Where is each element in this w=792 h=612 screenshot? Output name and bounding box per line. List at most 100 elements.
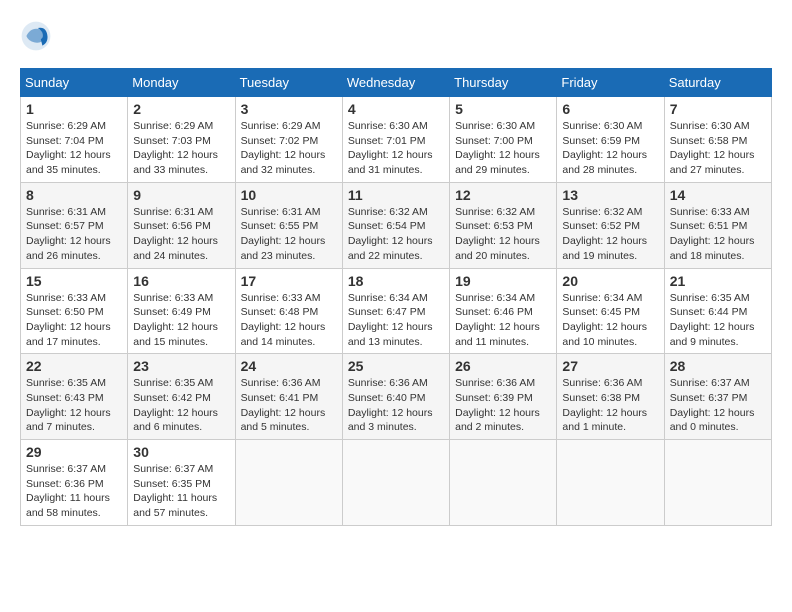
calendar-cell: 29 Sunrise: 6:37 AMSunset: 6:36 PMDaylig… (21, 440, 128, 526)
calendar-cell: 9 Sunrise: 6:31 AMSunset: 6:56 PMDayligh… (128, 182, 235, 268)
weekday-row: SundayMondayTuesdayWednesdayThursdayFrid… (21, 69, 772, 97)
calendar-cell: 12 Sunrise: 6:32 AMSunset: 6:53 PMDaylig… (450, 182, 557, 268)
calendar-cell: 26 Sunrise: 6:36 AMSunset: 6:39 PMDaylig… (450, 354, 557, 440)
day-info: Sunrise: 6:31 AMSunset: 6:56 PMDaylight:… (133, 205, 229, 264)
calendar-cell: 3 Sunrise: 6:29 AMSunset: 7:02 PMDayligh… (235, 97, 342, 183)
day-info: Sunrise: 6:31 AMSunset: 6:55 PMDaylight:… (241, 205, 337, 264)
calendar-cell: 6 Sunrise: 6:30 AMSunset: 6:59 PMDayligh… (557, 97, 664, 183)
calendar-cell: 16 Sunrise: 6:33 AMSunset: 6:49 PMDaylig… (128, 268, 235, 354)
page-header (20, 20, 772, 52)
day-info: Sunrise: 6:33 AMSunset: 6:48 PMDaylight:… (241, 291, 337, 350)
calendar-cell: 30 Sunrise: 6:37 AMSunset: 6:35 PMDaylig… (128, 440, 235, 526)
calendar-cell (342, 440, 449, 526)
day-number: 5 (455, 101, 551, 117)
day-number: 16 (133, 273, 229, 289)
day-number: 12 (455, 187, 551, 203)
day-info: Sunrise: 6:37 AMSunset: 6:35 PMDaylight:… (133, 462, 229, 521)
day-number: 20 (562, 273, 658, 289)
logo-icon (20, 20, 52, 52)
day-number: 25 (348, 358, 444, 374)
day-number: 22 (26, 358, 122, 374)
day-info: Sunrise: 6:36 AMSunset: 6:41 PMDaylight:… (241, 376, 337, 435)
calendar-cell: 17 Sunrise: 6:33 AMSunset: 6:48 PMDaylig… (235, 268, 342, 354)
day-number: 3 (241, 101, 337, 117)
calendar-cell (235, 440, 342, 526)
calendar-cell: 2 Sunrise: 6:29 AMSunset: 7:03 PMDayligh… (128, 97, 235, 183)
day-number: 29 (26, 444, 122, 460)
day-number: 6 (562, 101, 658, 117)
day-number: 21 (670, 273, 766, 289)
calendar-week-2: 8 Sunrise: 6:31 AMSunset: 6:57 PMDayligh… (21, 182, 772, 268)
day-info: Sunrise: 6:37 AMSunset: 6:37 PMDaylight:… (670, 376, 766, 435)
day-number: 11 (348, 187, 444, 203)
calendar-cell: 11 Sunrise: 6:32 AMSunset: 6:54 PMDaylig… (342, 182, 449, 268)
day-number: 17 (241, 273, 337, 289)
day-info: Sunrise: 6:34 AMSunset: 6:46 PMDaylight:… (455, 291, 551, 350)
day-number: 26 (455, 358, 551, 374)
day-info: Sunrise: 6:36 AMSunset: 6:40 PMDaylight:… (348, 376, 444, 435)
day-number: 30 (133, 444, 229, 460)
day-number: 19 (455, 273, 551, 289)
weekday-header-sunday: Sunday (21, 69, 128, 97)
day-info: Sunrise: 6:33 AMSunset: 6:49 PMDaylight:… (133, 291, 229, 350)
calendar-cell (557, 440, 664, 526)
calendar-table: SundayMondayTuesdayWednesdayThursdayFrid… (20, 68, 772, 526)
calendar-week-1: 1 Sunrise: 6:29 AMSunset: 7:04 PMDayligh… (21, 97, 772, 183)
calendar-cell: 27 Sunrise: 6:36 AMSunset: 6:38 PMDaylig… (557, 354, 664, 440)
calendar-cell (450, 440, 557, 526)
day-info: Sunrise: 6:34 AMSunset: 6:45 PMDaylight:… (562, 291, 658, 350)
day-number: 7 (670, 101, 766, 117)
calendar-cell: 24 Sunrise: 6:36 AMSunset: 6:41 PMDaylig… (235, 354, 342, 440)
calendar-cell: 5 Sunrise: 6:30 AMSunset: 7:00 PMDayligh… (450, 97, 557, 183)
day-info: Sunrise: 6:32 AMSunset: 6:52 PMDaylight:… (562, 205, 658, 264)
day-info: Sunrise: 6:36 AMSunset: 6:38 PMDaylight:… (562, 376, 658, 435)
calendar-cell: 15 Sunrise: 6:33 AMSunset: 6:50 PMDaylig… (21, 268, 128, 354)
calendar-cell: 20 Sunrise: 6:34 AMSunset: 6:45 PMDaylig… (557, 268, 664, 354)
day-number: 13 (562, 187, 658, 203)
day-info: Sunrise: 6:30 AMSunset: 7:01 PMDaylight:… (348, 119, 444, 178)
day-info: Sunrise: 6:34 AMSunset: 6:47 PMDaylight:… (348, 291, 444, 350)
weekday-header-friday: Friday (557, 69, 664, 97)
day-number: 24 (241, 358, 337, 374)
calendar-week-3: 15 Sunrise: 6:33 AMSunset: 6:50 PMDaylig… (21, 268, 772, 354)
day-number: 27 (562, 358, 658, 374)
day-number: 9 (133, 187, 229, 203)
calendar-header: SundayMondayTuesdayWednesdayThursdayFrid… (21, 69, 772, 97)
calendar-cell: 25 Sunrise: 6:36 AMSunset: 6:40 PMDaylig… (342, 354, 449, 440)
calendar-cell: 28 Sunrise: 6:37 AMSunset: 6:37 PMDaylig… (664, 354, 771, 440)
calendar-week-5: 29 Sunrise: 6:37 AMSunset: 6:36 PMDaylig… (21, 440, 772, 526)
day-info: Sunrise: 6:30 AMSunset: 6:58 PMDaylight:… (670, 119, 766, 178)
day-info: Sunrise: 6:37 AMSunset: 6:36 PMDaylight:… (26, 462, 122, 521)
day-number: 23 (133, 358, 229, 374)
logo (20, 20, 56, 52)
day-info: Sunrise: 6:36 AMSunset: 6:39 PMDaylight:… (455, 376, 551, 435)
day-info: Sunrise: 6:32 AMSunset: 6:54 PMDaylight:… (348, 205, 444, 264)
weekday-header-saturday: Saturday (664, 69, 771, 97)
day-info: Sunrise: 6:29 AMSunset: 7:03 PMDaylight:… (133, 119, 229, 178)
day-number: 4 (348, 101, 444, 117)
day-info: Sunrise: 6:35 AMSunset: 6:44 PMDaylight:… (670, 291, 766, 350)
day-info: Sunrise: 6:33 AMSunset: 6:51 PMDaylight:… (670, 205, 766, 264)
day-number: 1 (26, 101, 122, 117)
weekday-header-monday: Monday (128, 69, 235, 97)
calendar-cell: 4 Sunrise: 6:30 AMSunset: 7:01 PMDayligh… (342, 97, 449, 183)
calendar-body: 1 Sunrise: 6:29 AMSunset: 7:04 PMDayligh… (21, 97, 772, 526)
calendar-cell: 18 Sunrise: 6:34 AMSunset: 6:47 PMDaylig… (342, 268, 449, 354)
calendar-cell: 21 Sunrise: 6:35 AMSunset: 6:44 PMDaylig… (664, 268, 771, 354)
day-number: 2 (133, 101, 229, 117)
day-info: Sunrise: 6:35 AMSunset: 6:42 PMDaylight:… (133, 376, 229, 435)
day-info: Sunrise: 6:32 AMSunset: 6:53 PMDaylight:… (455, 205, 551, 264)
calendar-cell: 1 Sunrise: 6:29 AMSunset: 7:04 PMDayligh… (21, 97, 128, 183)
day-number: 8 (26, 187, 122, 203)
weekday-header-thursday: Thursday (450, 69, 557, 97)
day-info: Sunrise: 6:30 AMSunset: 7:00 PMDaylight:… (455, 119, 551, 178)
day-number: 10 (241, 187, 337, 203)
day-info: Sunrise: 6:31 AMSunset: 6:57 PMDaylight:… (26, 205, 122, 264)
calendar-cell: 14 Sunrise: 6:33 AMSunset: 6:51 PMDaylig… (664, 182, 771, 268)
day-info: Sunrise: 6:29 AMSunset: 7:04 PMDaylight:… (26, 119, 122, 178)
calendar-cell: 8 Sunrise: 6:31 AMSunset: 6:57 PMDayligh… (21, 182, 128, 268)
day-info: Sunrise: 6:30 AMSunset: 6:59 PMDaylight:… (562, 119, 658, 178)
calendar-cell: 7 Sunrise: 6:30 AMSunset: 6:58 PMDayligh… (664, 97, 771, 183)
day-info: Sunrise: 6:29 AMSunset: 7:02 PMDaylight:… (241, 119, 337, 178)
calendar-cell: 22 Sunrise: 6:35 AMSunset: 6:43 PMDaylig… (21, 354, 128, 440)
